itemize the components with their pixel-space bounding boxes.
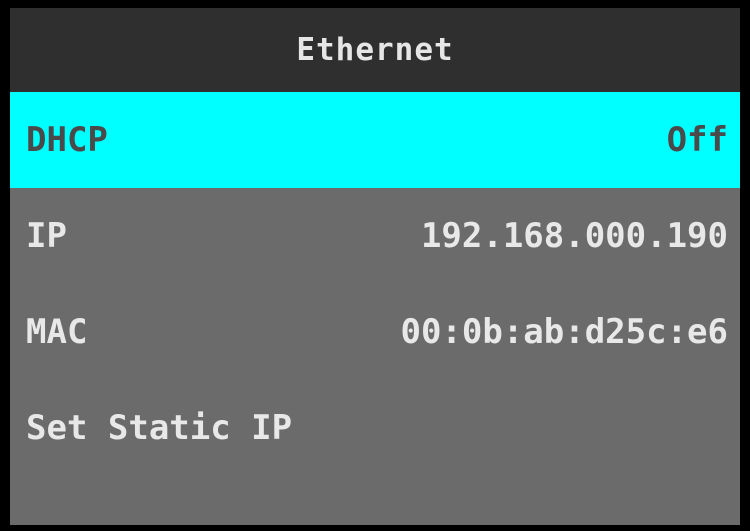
- menu-item-set-static-ip[interactable]: Set Static IP: [10, 380, 740, 476]
- dhcp-value: Off: [666, 120, 728, 160]
- device-screen: Ethernet DHCP Off IP 192.168.000.190 MAC…: [0, 0, 750, 531]
- page-title: Ethernet: [296, 32, 454, 68]
- menu-item-dhcp[interactable]: DHCP Off: [10, 92, 740, 188]
- menu-item-label: Set Static IP: [26, 408, 293, 448]
- menu-item-label: DHCP: [26, 120, 108, 160]
- ip-address-value: 192.168.000.190: [420, 216, 728, 256]
- menu-item-mac[interactable]: MAC 00:0b:ab:d25c:e6: [10, 284, 740, 380]
- title-bar: Ethernet: [10, 8, 740, 92]
- menu-item-label: IP: [26, 216, 67, 256]
- ethernet-menu-panel: Ethernet DHCP Off IP 192.168.000.190 MAC…: [10, 8, 740, 525]
- menu-item-ip[interactable]: IP 192.168.000.190: [10, 188, 740, 284]
- menu-item-label: MAC: [26, 312, 88, 352]
- mac-address-value: 00:0b:ab:d25c:e6: [400, 312, 728, 352]
